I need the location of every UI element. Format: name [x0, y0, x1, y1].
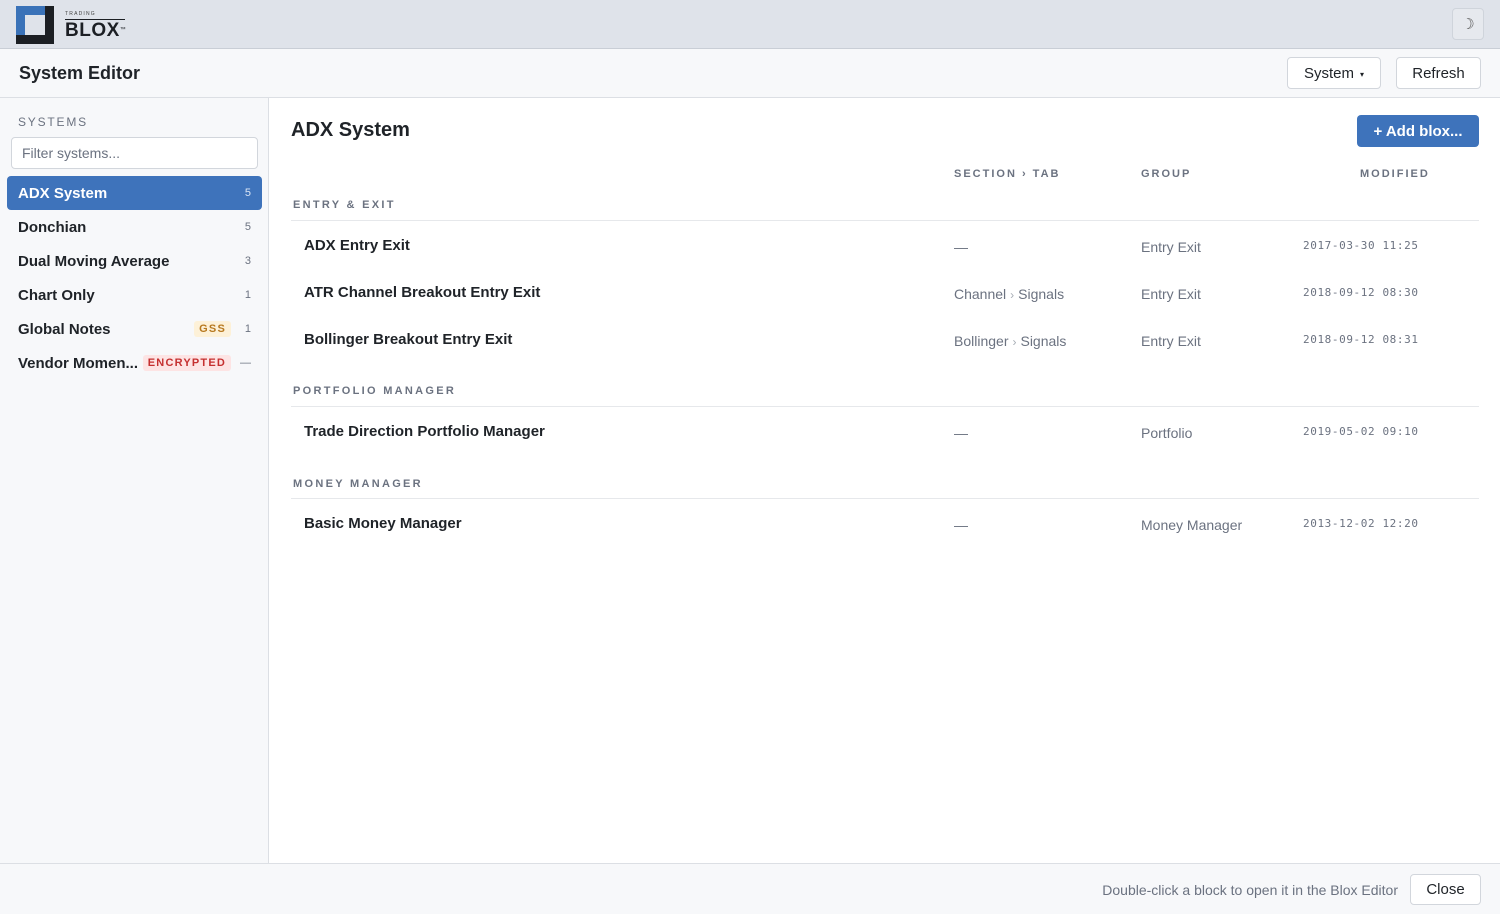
encrypted-badge: ENCRYPTED [142, 355, 231, 371]
section-divider [291, 498, 1479, 499]
block-row[interactable]: ATR Channel Breakout Entry Exit Channel ›… [291, 272, 1479, 316]
system-item-adx-system[interactable]: ADX System 5 [7, 176, 262, 210]
block-modified: 2018-09-12 08:30 [1303, 286, 1419, 299]
system-item-name: Vendor Momen... [18, 354, 139, 372]
block-group: Entry Exit [1141, 239, 1201, 255]
section-divider [291, 220, 1479, 221]
app-bar: TRADING BLOX™ ☽ [0, 0, 1500, 49]
block-name: Basic Money Manager [304, 515, 462, 532]
window-title: System Editor [19, 63, 141, 83]
system-item-count: 5 [244, 221, 251, 233]
logo-mark-icon [16, 6, 54, 44]
dialog-footer: Double-click a block to open it in the B… [0, 863, 1500, 914]
footer-hint: Double-click a block to open it in the B… [1102, 882, 1398, 898]
block-modified: 2018-09-12 08:31 [1303, 333, 1419, 346]
block-name: ATR Channel Breakout Entry Exit [304, 284, 541, 301]
block-name: Trade Direction Portfolio Manager [304, 423, 545, 440]
block-row[interactable]: Bollinger Breakout Entry Exit Bollinger ›… [291, 319, 1479, 363]
block-name: ADX Entry Exit [304, 237, 410, 254]
block-group: Portfolio [1141, 425, 1193, 441]
block-section-tab: — [954, 425, 968, 441]
block-group: Entry Exit [1141, 333, 1201, 349]
block-row[interactable]: ADX Entry Exit — Entry Exit 2017-03-30 1… [291, 225, 1479, 269]
section-label-money-manager: MONEY MANAGER [293, 478, 423, 490]
block-row[interactable]: Trade Direction Portfolio Manager — Port… [291, 411, 1479, 455]
block-row[interactable]: Basic Money Manager — Money Manager 2013… [291, 503, 1479, 547]
block-modified: 2019-05-02 09:10 [1303, 425, 1419, 438]
section-label-entry-exit: ENTRY & EXIT [293, 199, 396, 211]
gss-badge: GSS [194, 321, 231, 337]
refresh-button[interactable]: Refresh [1396, 57, 1481, 89]
caret-down-icon: ▾ [1360, 69, 1365, 79]
block-name: Bollinger Breakout Entry Exit [304, 331, 513, 348]
theme-toggle-button[interactable]: ☽ [1452, 8, 1484, 40]
block-section-tab: — [954, 517, 968, 533]
system-item-count: — [240, 357, 251, 369]
system-item-name: Global Notes [18, 320, 111, 338]
system-item-count: 1 [244, 289, 251, 301]
block-section-tab: Bollinger › Signals [954, 333, 1067, 349]
moon-icon: ☽ [1461, 16, 1475, 33]
logo-small-text: TRADING [65, 11, 96, 17]
system-item-global-notes[interactable]: Global Notes GSS 1 [7, 312, 262, 346]
block-section-tab: Channel › Signals [954, 286, 1065, 302]
close-button[interactable]: Close [1410, 874, 1481, 905]
system-item-donchian[interactable]: Donchian 5 [7, 210, 262, 244]
system-item-count: 5 [244, 187, 251, 199]
system-item-count: 1 [244, 323, 251, 335]
column-header-group[interactable]: GROUP [1141, 168, 1191, 180]
systems-heading: SYSTEMS [18, 115, 88, 129]
block-modified: 2013-12-02 12:20 [1303, 517, 1419, 530]
column-header-modified[interactable]: MODIFIED [1360, 168, 1430, 180]
system-item-name: Donchian [18, 218, 87, 236]
system-item-chart-only[interactable]: Chart Only 1 [7, 278, 262, 312]
column-header-section-tab[interactable]: SECTION › TAB [954, 168, 1060, 180]
system-item-name: ADX System [18, 184, 108, 202]
block-modified: 2017-03-30 11:25 [1303, 239, 1419, 252]
system-button-label: System [1303, 64, 1354, 82]
system-item-name: Dual Moving Average [18, 252, 170, 270]
system-menu-button[interactable]: System ▾ [1287, 57, 1381, 89]
system-item-name: Chart Only [18, 286, 95, 304]
breadcrumb-separator-icon: › [1010, 288, 1015, 302]
block-group: Entry Exit [1141, 286, 1201, 302]
block-section-tab: — [954, 239, 968, 255]
section-label-portfolio-manager: PORTFOLIO MANAGER [293, 385, 457, 397]
window-header: System Editor System ▾ Refresh [0, 49, 1500, 98]
systems-list: ADX System 5 Donchian 5 Dual Moving Aver… [7, 176, 262, 380]
system-detail-panel: ADX System + Add blox... SECTION › TAB G… [270, 98, 1500, 863]
trading-blox-logo: TRADING BLOX™ [16, 6, 126, 44]
system-item-count: 3 [244, 255, 251, 267]
section-divider [291, 406, 1479, 407]
add-blox-button[interactable]: + Add blox... [1357, 115, 1479, 147]
logo-text: BLOX™ [65, 20, 127, 41]
system-title: ADX System [291, 119, 410, 141]
systems-sidebar: SYSTEMS ADX System 5 Donchian 5 Dual Mov… [0, 98, 269, 863]
block-group: Money Manager [1141, 517, 1243, 533]
system-item-dual-moving-average[interactable]: Dual Moving Average 3 [7, 244, 262, 278]
system-item-vendor-momentum[interactable]: Vendor Momen... ENCRYPTED — [7, 346, 262, 380]
breadcrumb-separator-icon: › [1012, 335, 1017, 349]
filter-systems-input[interactable] [11, 137, 258, 169]
